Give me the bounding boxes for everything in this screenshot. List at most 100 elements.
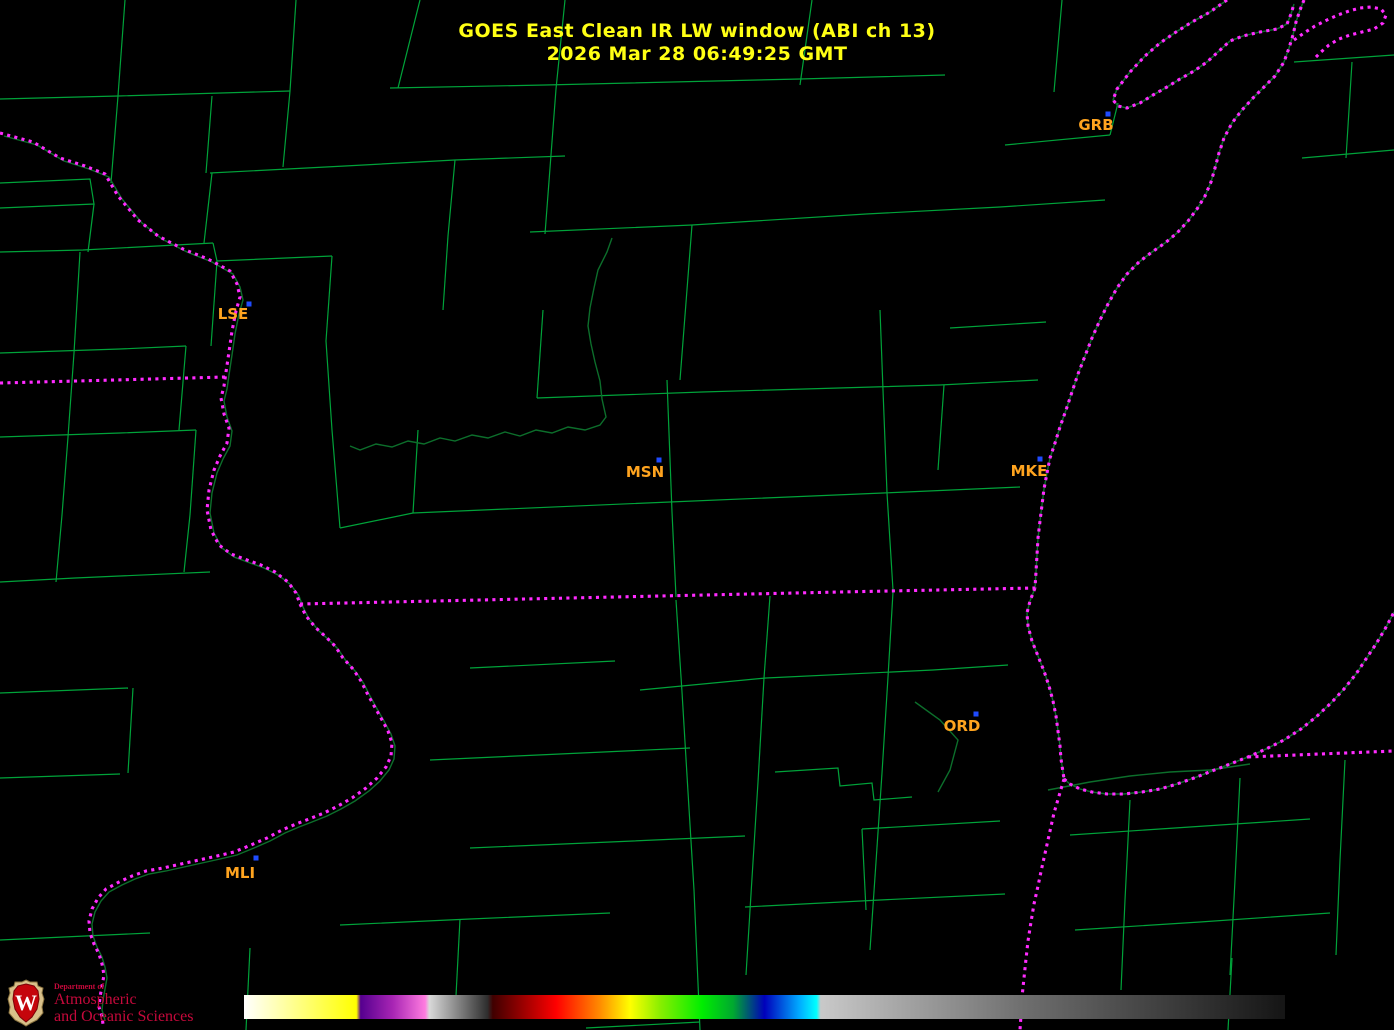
county-boundary-line bbox=[937, 384, 945, 471]
county-boundary-line bbox=[774, 767, 913, 801]
county-boundary-line bbox=[389, 74, 946, 89]
county-boundary-line bbox=[536, 379, 1039, 399]
satellite-viewer: LSE GRB MSN MKE ORD MLI GOES East Clean IR LW… bbox=[0, 0, 1394, 1030]
state-border-dotted bbox=[1025, 587, 1066, 780]
county-boundary-line bbox=[544, 88, 557, 235]
station-marker-msn bbox=[656, 457, 662, 463]
county-boundary-line bbox=[949, 321, 1047, 329]
county-boundary-line bbox=[412, 486, 1021, 514]
county-boundary-line bbox=[110, 95, 119, 184]
county-boundary-line bbox=[529, 213, 867, 233]
county-boundary-line bbox=[447, 159, 456, 237]
county-boundary-line bbox=[1004, 134, 1111, 146]
satellite-map: LSE GRB MSN MKE ORD MLI bbox=[0, 0, 1394, 1030]
state-border-dotted bbox=[0, 375, 227, 385]
county-boundary-line bbox=[1229, 777, 1241, 976]
county-boundary-line bbox=[671, 511, 677, 598]
state-border-dotted bbox=[299, 586, 1036, 606]
logo-line-1: Atmospheric bbox=[54, 991, 137, 1008]
county-boundary-line bbox=[429, 747, 691, 761]
county-boundary-line bbox=[1301, 149, 1394, 159]
county-boundary-line bbox=[1069, 818, 1311, 836]
temperature-colorbar bbox=[244, 995, 1285, 1019]
county-boundary-line bbox=[0, 571, 211, 583]
county-boundary-line bbox=[73, 251, 81, 354]
state-border-dotted bbox=[1033, 0, 1306, 589]
river-shoreline bbox=[3, 135, 304, 608]
county-boundary-line bbox=[203, 172, 213, 244]
state-border-dotted bbox=[87, 603, 394, 1025]
county-boundary-line bbox=[189, 429, 197, 516]
county-boundary-line bbox=[127, 687, 134, 774]
county-boundary-line bbox=[210, 260, 218, 347]
river-shoreline bbox=[349, 237, 613, 451]
station-label-ord: ORD bbox=[944, 717, 981, 735]
county-boundary-line bbox=[882, 389, 888, 494]
river-shoreline bbox=[914, 701, 959, 793]
county-boundary-line bbox=[681, 691, 689, 793]
uw-crest-icon: W bbox=[7, 979, 45, 1027]
county-boundary-line bbox=[61, 436, 69, 516]
county-boundary-line bbox=[0, 773, 121, 779]
county-boundary-line bbox=[325, 340, 341, 529]
county-boundary-line bbox=[585, 1021, 701, 1029]
county-boundary-line bbox=[1074, 912, 1331, 931]
county-boundary-line bbox=[886, 492, 894, 591]
county-boundary-line bbox=[881, 676, 889, 774]
logo-line-2: and Oceanic Sciences bbox=[54, 1008, 194, 1025]
county-boundary-line bbox=[861, 828, 867, 911]
river-shoreline bbox=[91, 606, 396, 1021]
station-marker-ord bbox=[973, 711, 979, 717]
county-boundary-line bbox=[879, 893, 1006, 901]
county-boundary-line bbox=[212, 242, 333, 262]
county-boundary-line bbox=[183, 514, 191, 573]
county-boundary-line bbox=[1345, 61, 1353, 159]
county-boundary-line bbox=[751, 781, 759, 879]
county-boundary-line bbox=[205, 95, 213, 174]
title-line-2: 2026 Mar 28 06:49:25 GMT bbox=[546, 43, 848, 65]
county-boundary-line bbox=[442, 235, 449, 311]
logo-text: Department of Atmospheric and Oceanic Sc… bbox=[54, 979, 193, 1025]
county-boundary-line bbox=[666, 379, 673, 513]
logo-dept-line: Department of bbox=[54, 982, 104, 991]
county-boundary-line bbox=[639, 664, 1009, 691]
county-boundary-line bbox=[879, 309, 884, 391]
state-border-dotted bbox=[1247, 749, 1394, 759]
county-boundary-line bbox=[209, 155, 566, 174]
county-boundary-line bbox=[887, 591, 894, 678]
county-boundary-line bbox=[0, 242, 214, 253]
county-boundary-line bbox=[536, 309, 544, 399]
image-title: GOES East Clean IR LW window (ABI ch 13)… bbox=[0, 20, 1394, 66]
county-boundary-line bbox=[861, 820, 1001, 830]
station-label-grb: GRB bbox=[1078, 116, 1113, 134]
county-boundary-line bbox=[1120, 799, 1131, 991]
county-boundary-line bbox=[325, 255, 333, 342]
county-boundary-line bbox=[0, 345, 187, 354]
county-boundary-line bbox=[687, 791, 695, 891]
county-boundary-line bbox=[282, 90, 291, 168]
county-boundary-line bbox=[0, 178, 95, 209]
county-boundary-line bbox=[0, 687, 129, 694]
aos-logo: W Department of Atmospheric and Oceanic … bbox=[6, 979, 193, 1027]
county-boundary-line bbox=[469, 835, 746, 849]
county-boundary-line bbox=[869, 861, 877, 951]
svg-text:W: W bbox=[15, 990, 37, 1015]
state-border-dotted bbox=[0, 131, 302, 605]
county-boundary-line bbox=[469, 660, 616, 669]
county-boundary-line bbox=[675, 599, 683, 693]
county-boundary-line bbox=[0, 429, 197, 438]
county-boundary-line bbox=[67, 352, 75, 438]
county-boundary-line bbox=[757, 677, 765, 783]
county-boundary-line bbox=[865, 199, 1106, 215]
station-label-mke: MKE bbox=[1011, 462, 1048, 480]
county-boundary-line bbox=[875, 772, 883, 863]
county-boundary-line bbox=[87, 203, 95, 253]
county-boundary-line bbox=[0, 90, 291, 100]
state-border-dotted bbox=[1018, 778, 1066, 1030]
station-label-msn: MSN bbox=[626, 463, 664, 481]
county-boundary-line bbox=[339, 512, 414, 529]
county-boundary-line bbox=[339, 912, 611, 926]
county-boundary-line bbox=[744, 899, 881, 908]
county-boundary-line bbox=[745, 877, 753, 976]
title-line-1: GOES East Clean IR LW window (ABI ch 13) bbox=[458, 20, 936, 42]
